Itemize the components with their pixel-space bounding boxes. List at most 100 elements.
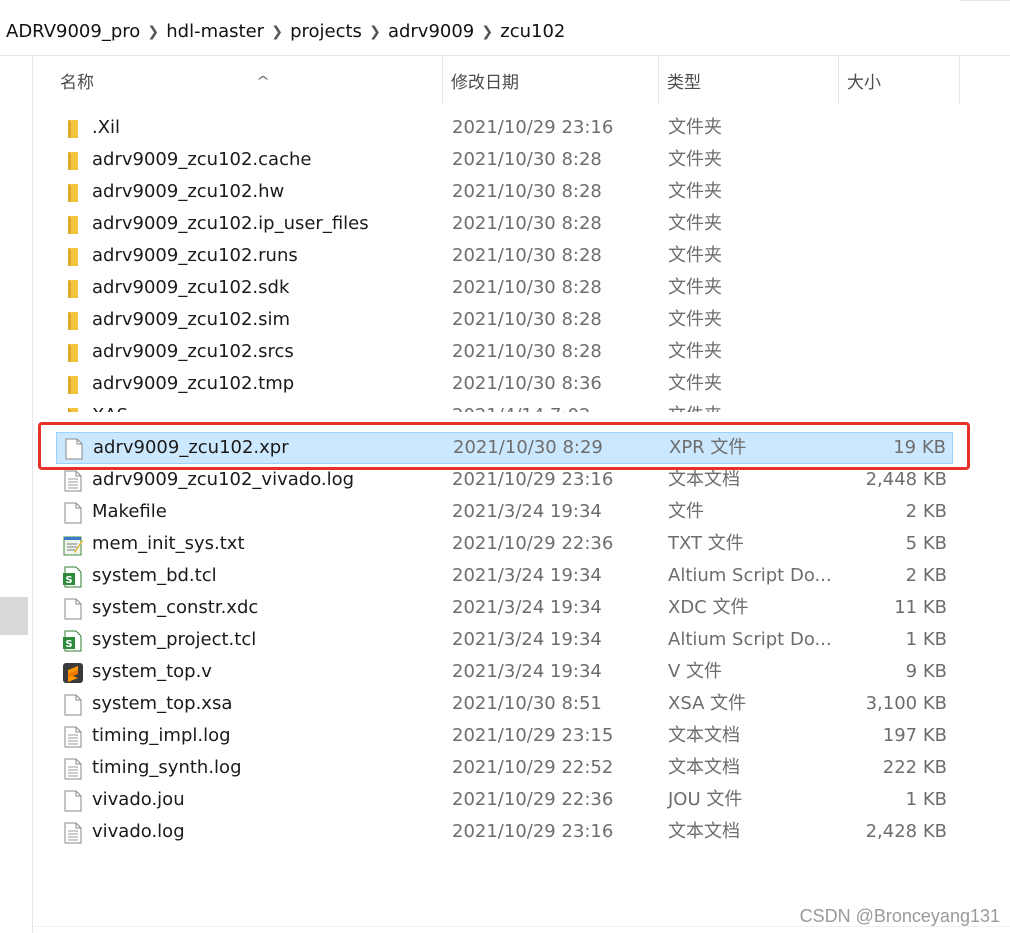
folder-icon [62, 406, 84, 412]
file-type: 文件夹 [668, 341, 722, 362]
file-row[interactable]: Ssystem_project.tcl 2021/3/24 19:34 Altium… [56, 624, 953, 656]
script-file-icon: S [62, 630, 84, 652]
file-name: adrv9009_zcu102.sim [92, 309, 291, 330]
file-row[interactable]: adrv9009_zcu102.ip_user_files 2021/10/30 … [56, 208, 953, 240]
file-date: 2021/10/30 8:51 [452, 693, 602, 714]
file-row[interactable]: vivado.log 2021/10/29 23:16 文本文档 2,428 KB [56, 816, 953, 848]
file-size: 197 KB [882, 725, 947, 746]
file-date: 2021/10/30 8:36 [452, 373, 602, 394]
folder-icon [62, 118, 84, 140]
file-name: adrv9009_zcu102_vivado.log [92, 469, 355, 490]
folder-icon [62, 342, 84, 364]
file-row[interactable]: adrv9009_zcu102.srcs 2021/10/30 8:28 文件夹 [56, 336, 953, 368]
file-type: 文本文档 [668, 469, 740, 490]
file-name: system_bd.tcl [92, 565, 217, 586]
file-row[interactable]: Ssystem_bd.tcl 2021/3/24 19:34 Altium Scri… [56, 560, 953, 592]
file-row[interactable]: adrv9009_zcu102.cache 2021/10/30 8:28 文件夹 [56, 144, 953, 176]
file-date: 2021/10/29 23:15 [452, 725, 614, 746]
file-row[interactable]: system_constr.xdc 2021/3/24 19:34 XDC 文件 11… [56, 592, 953, 624]
file-row[interactable]: adrv9009_zcu102_vivado.log 2021/10/29 23:… [56, 464, 953, 496]
file-type: 文件夹 [668, 373, 722, 394]
file-size: 19 KB [893, 437, 946, 458]
file-name: adrv9009_zcu102.hw [92, 181, 285, 202]
file-date: 2021/10/30 8:28 [452, 181, 602, 202]
blank-file-icon [63, 438, 85, 460]
file-date: 2021/10/30 8:28 [452, 149, 602, 170]
sublime-icon [62, 662, 84, 684]
file-name: system_top.xsa [92, 693, 233, 714]
file-name: Makefile [92, 501, 167, 522]
file-type: 文件夹 [668, 309, 722, 330]
file-name: adrv9009_zcu102.tmp [92, 373, 295, 394]
file-row[interactable]: timing_impl.log 2021/10/29 23:15 文本文档 197 K… [56, 720, 953, 752]
blank-file-icon [62, 694, 84, 716]
file-name: adrv9009_zcu102.cache [92, 149, 312, 170]
folder-icon [62, 246, 84, 268]
folder-icon [62, 310, 84, 332]
file-size: 2,448 KB [865, 469, 947, 490]
file-type: XSA 文件 [668, 693, 747, 714]
file-date: 2021/3/24 19:34 [452, 661, 602, 682]
file-size: 3,100 KB [865, 693, 947, 714]
folder-icon [62, 214, 84, 236]
file-type: 文件夹 [668, 181, 722, 202]
file-name: system_top.v [92, 661, 212, 682]
folder-icon [62, 278, 84, 300]
file-name: timing_impl.log [92, 725, 231, 746]
file-name: adrv9009_zcu102.runs [92, 245, 298, 266]
file-list: .Xil 2021/10/29 23:16 文件夹 adrv9009_zcu102.c… [0, 0, 1010, 933]
text-file-icon [62, 470, 84, 492]
file-date: 2021/10/29 23:16 [452, 469, 614, 490]
file-row[interactable]: adrv9009_zcu102.hw 2021/10/30 8:28 文件夹 [56, 176, 953, 208]
file-date: 2021/10/29 23:16 [452, 821, 614, 842]
blank-file-icon [62, 790, 84, 812]
file-name: .Xil [92, 117, 121, 138]
file-type: 文件夹 [668, 117, 722, 138]
script-file-icon: S [62, 566, 84, 588]
file-row[interactable]: vivado.jou 2021/10/29 22:36 JOU 文件 1 KB [56, 784, 953, 816]
file-type: Altium Script Do... [668, 629, 832, 650]
file-row[interactable]: Makefile 2021/3/24 19:34 文件 2 KB [56, 496, 953, 528]
file-type: 文件夹 [668, 149, 722, 170]
notepad-icon [62, 534, 84, 556]
file-row[interactable]: mem_init_sys.txt 2021/10/29 22:36 TXT 文件 5 … [56, 528, 953, 560]
file-row[interactable]: timing_synth.log 2021/10/29 22:52 文本文档 222 … [56, 752, 953, 784]
text-file-icon [62, 726, 84, 748]
file-size: 1 KB [905, 789, 947, 810]
file-size: 222 KB [882, 757, 947, 778]
file-type: XDC 文件 [668, 597, 749, 618]
file-type: 文件夹 [668, 245, 722, 266]
file-row[interactable]: .Xil 2021/10/29 23:16 文件夹 [56, 112, 953, 144]
file-date: 2021/3/24 19:34 [452, 565, 602, 586]
file-date: 2021/10/30 8:28 [452, 309, 602, 330]
file-size: 2,428 KB [865, 821, 947, 842]
svg-text:S: S [65, 575, 72, 586]
blank-file-icon [62, 598, 84, 620]
file-row[interactable]: adrv9009_zcu102.sdk 2021/10/30 8:28 文件夹 [56, 272, 953, 304]
file-type: TXT 文件 [668, 533, 744, 554]
file-row[interactable]: system_top.v 2021/3/24 19:34 V 文件 9 KB [56, 656, 953, 688]
file-name: vivado.log [92, 821, 185, 842]
folder-icon [62, 182, 84, 204]
file-size: 1 KB [905, 629, 947, 650]
watermark: CSDN @Bronceyang131 [799, 906, 1000, 926]
file-date: 2021/3/24 19:34 [452, 629, 602, 650]
file-size: 2 KB [905, 501, 947, 522]
file-type: 文本文档 [668, 821, 740, 842]
file-row[interactable]: system_top.xsa 2021/10/30 8:51 XSA 文件 3,100… [56, 688, 953, 720]
file-date: 2021/10/30 8:28 [452, 213, 602, 234]
file-name: adrv9009_zcu102.xpr [93, 437, 289, 458]
file-date: 2021/3/24 19:34 [452, 597, 602, 618]
file-row[interactable]: adrv9009_zcu102.tmp 2021/10/30 8:36 文件夹 [56, 368, 953, 400]
file-name: adrv9009_zcu102.srcs [92, 341, 294, 362]
file-name: vivado.jou [92, 789, 185, 810]
file-row[interactable]: adrv9009_zcu102.sim 2021/10/30 8:28 文件夹 [56, 304, 953, 336]
file-type: V 文件 [668, 661, 723, 682]
file-name: system_constr.xdc [92, 597, 259, 618]
file-name: adrv9009_zcu102.sdk [92, 277, 290, 298]
file-date: 2021/10/29 23:16 [452, 117, 614, 138]
file-row[interactable]: XAS 2021/4/14 7:02 文件夹 [56, 400, 953, 412]
file-row[interactable]: adrv9009_zcu102.runs 2021/10/30 8:28 文件夹 [56, 240, 953, 272]
folder-icon [62, 150, 84, 172]
file-row-selected[interactable]: adrv9009_zcu102.xpr 2021/10/30 8:29 XPR 文件… [56, 432, 953, 464]
